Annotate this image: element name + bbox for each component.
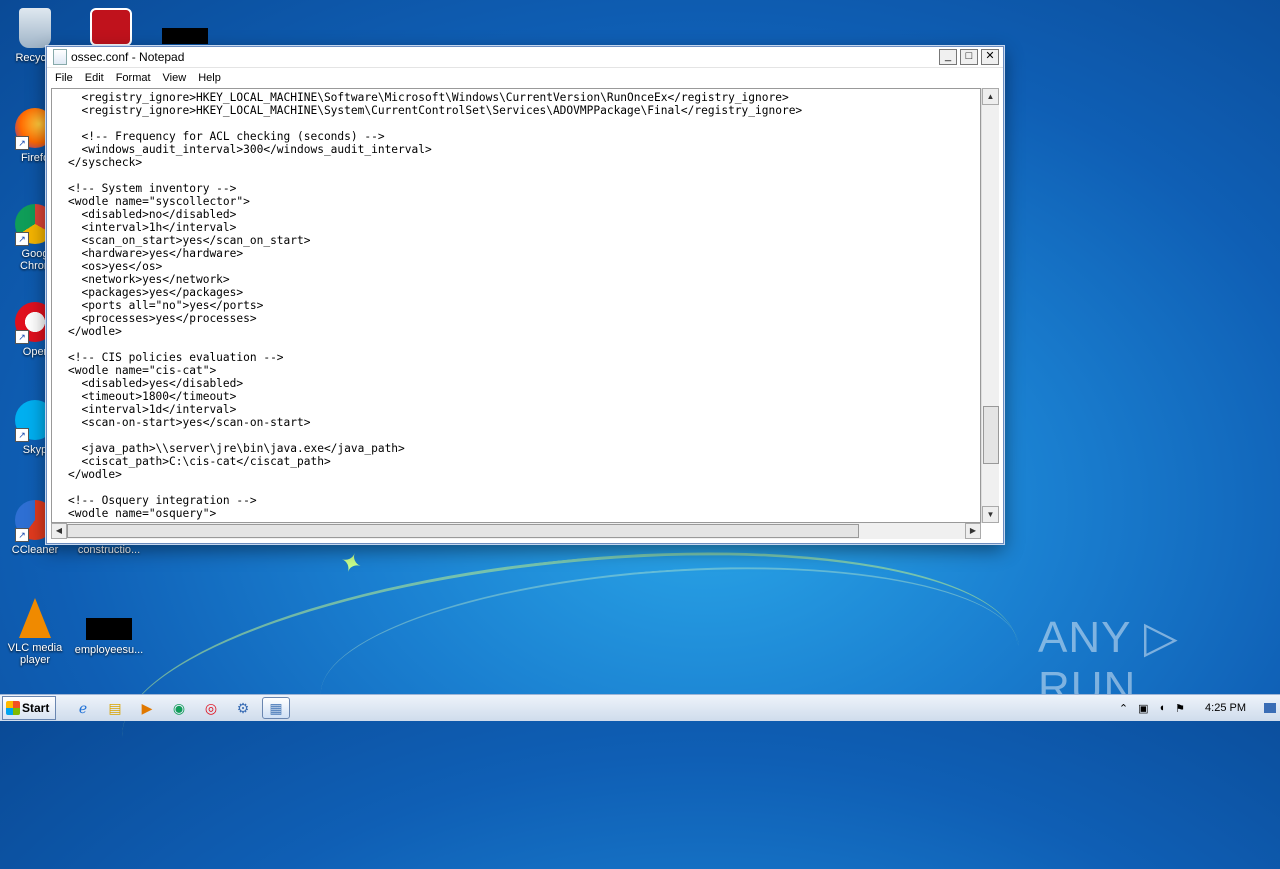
tray-expand-icon[interactable]: ⌃ xyxy=(1119,702,1128,715)
maximize-button[interactable]: □ xyxy=(960,49,978,65)
menu-format[interactable]: Format xyxy=(110,72,157,84)
scroll-right-icon[interactable]: ▶ xyxy=(965,523,981,539)
text-editor[interactable]: <registry_ignore>HKEY_LOCAL_MACHINE\Soft… xyxy=(51,88,981,523)
menu-help[interactable]: Help xyxy=(192,72,227,84)
acrobat-icon xyxy=(90,8,132,46)
notepad-icon xyxy=(53,49,67,65)
start-label: Start xyxy=(22,701,50,715)
recycle-bin-icon xyxy=(19,8,51,48)
menu-bar: File Edit Format View Help xyxy=(47,68,1003,87)
scroll-left-icon[interactable]: ◀ xyxy=(51,523,67,539)
taskbar-explorer-icon[interactable]: ▤ xyxy=(102,698,128,718)
vertical-scrollbar[interactable]: ▲ ▼ xyxy=(981,88,999,523)
file-content[interactable]: <registry_ignore>HKEY_LOCAL_MACHINE\Soft… xyxy=(52,89,980,519)
horizontal-scrollbar[interactable]: ◀ ▶ xyxy=(51,523,981,539)
minimize-button[interactable]: _ xyxy=(939,49,957,65)
desktop-icon-acrobat[interactable] xyxy=(76,8,146,50)
horizontal-scroll-thumb[interactable] xyxy=(67,524,859,538)
desktop-icon-employees-file[interactable]: employeesu... xyxy=(74,598,144,656)
menu-view[interactable]: View xyxy=(157,72,193,84)
shortcut-arrow-icon: ↗ xyxy=(15,428,29,442)
taskbar-notepad-icon[interactable]: ▦ xyxy=(262,697,290,719)
windows-logo-icon xyxy=(6,701,20,715)
wallpaper-streak xyxy=(108,513,1032,869)
shortcut-arrow-icon: ↗ xyxy=(15,232,29,246)
taskbar-network-icon[interactable]: ⚙ xyxy=(230,698,256,718)
tray-flag-icon[interactable]: ⚑ xyxy=(1175,702,1185,715)
notepad-window[interactable]: ossec.conf - Notepad _ □ ✕ File Edit For… xyxy=(46,46,1004,544)
taskbar-opera-icon[interactable]: ◎ xyxy=(198,698,224,718)
shortcut-arrow-icon: ↗ xyxy=(15,330,29,344)
vlc-cone-icon xyxy=(19,598,51,638)
shortcut-arrow-icon: ↗ xyxy=(15,528,29,542)
redacted-thumbnail-icon xyxy=(162,28,208,44)
taskbar-ie-icon[interactable]: ℯ xyxy=(70,698,96,718)
desktop-icon-label: CCleaner xyxy=(11,544,59,556)
clock[interactable]: 4:25 PM xyxy=(1205,702,1246,714)
menu-file[interactable]: File xyxy=(49,72,79,84)
taskbar: Start ℯ ▤ ▶ ◉ ◎ ⚙ ▦ ⌃ ▣ ◖ ⚑ 4:25 PM xyxy=(0,694,1280,721)
desktop-icon-redacted[interactable] xyxy=(150,28,220,48)
menu-edit[interactable]: Edit xyxy=(79,72,110,84)
vertical-scroll-thumb[interactable] xyxy=(983,406,999,464)
start-button[interactable]: Start xyxy=(2,696,56,720)
desktop-icon-label: VLC media player xyxy=(7,642,63,666)
redacted-thumbnail-icon xyxy=(86,618,132,640)
shortcut-arrow-icon: ↗ xyxy=(15,136,29,150)
taskbar-media-player-icon[interactable]: ▶ xyxy=(134,698,160,718)
close-button[interactable]: ✕ xyxy=(981,49,999,65)
wallpaper-leaf-icon: ✦ xyxy=(335,545,367,581)
system-tray: ⌃ ▣ ◖ ⚑ 4:25 PM xyxy=(1119,695,1280,721)
title-bar[interactable]: ossec.conf - Notepad _ □ ✕ xyxy=(47,47,1003,68)
desktop-icon-vlc[interactable]: VLC media player xyxy=(0,598,70,666)
desktop-icon-label: constructio... xyxy=(77,544,141,556)
scroll-up-icon[interactable]: ▲ xyxy=(982,88,999,105)
desktop-icon-label: employeesu... xyxy=(74,644,144,656)
tray-volume-icon[interactable]: ◖ xyxy=(1159,702,1166,714)
window-title: ossec.conf - Notepad xyxy=(71,50,185,64)
wallpaper-streak xyxy=(313,545,1027,797)
show-desktop-icon[interactable] xyxy=(1264,703,1276,713)
scroll-down-icon[interactable]: ▼ xyxy=(982,506,999,523)
tray-network-icon[interactable]: ▣ xyxy=(1138,702,1148,715)
taskbar-chrome-icon[interactable]: ◉ xyxy=(166,698,192,718)
